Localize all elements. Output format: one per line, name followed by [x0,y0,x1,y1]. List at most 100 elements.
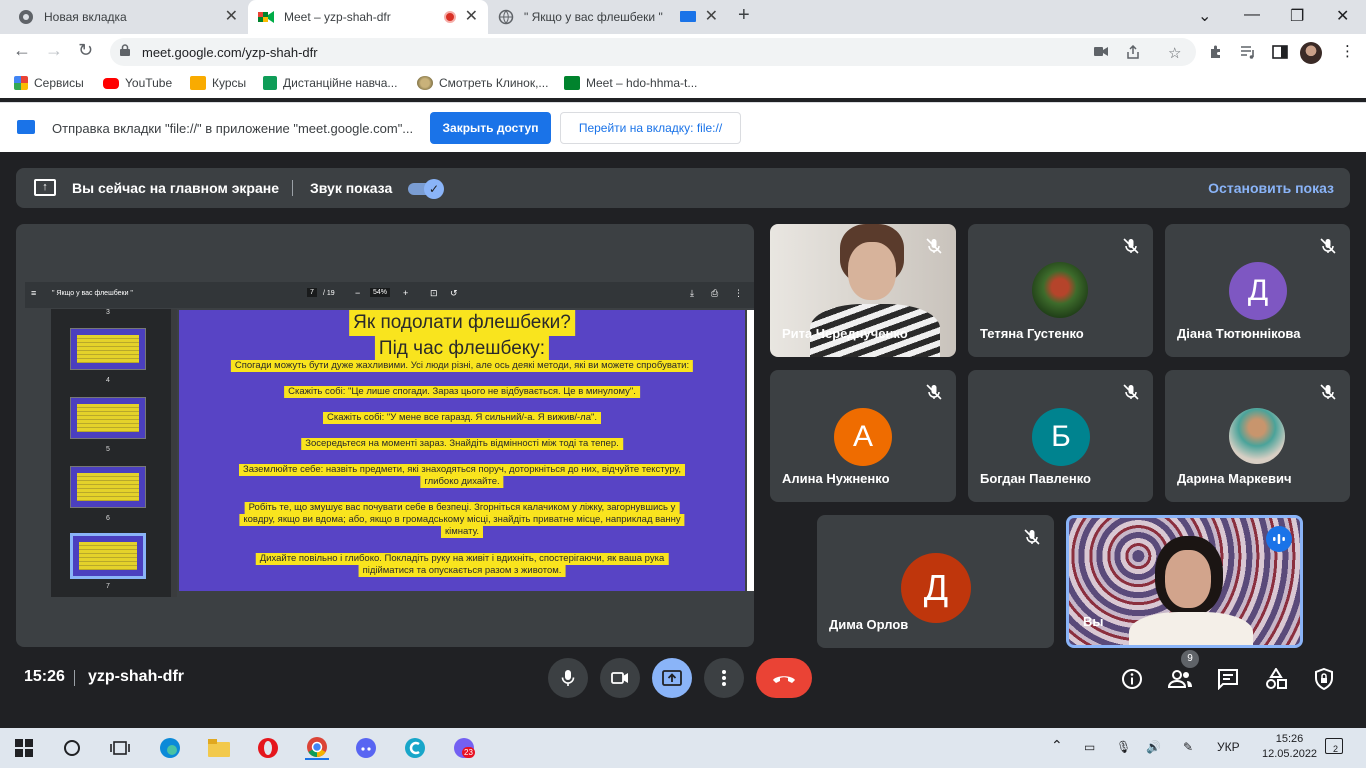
pdf-zoom-input[interactable]: 54% [370,288,391,297]
tab-new-tab[interactable]: Новая вкладка ✕ [8,0,248,34]
leave-call-button[interactable] [756,658,812,698]
present-now-button[interactable] [652,658,692,698]
page-thumbnail[interactable] [70,397,146,439]
microphone-button[interactable] [548,658,588,698]
zoom-out-icon[interactable]: − [355,288,360,298]
search-circle-icon[interactable] [60,736,84,760]
menu-dots-icon[interactable]: ⋮ [1340,42,1355,60]
new-tab-plus-icon[interactable]: + [738,4,750,27]
forward-arrow-icon[interactable]: → [45,40,63,61]
address-bar[interactable]: meet.google.com/yzp-shah-dfr ☆ [110,38,1196,66]
opera-icon[interactable] [256,736,280,760]
restore-icon[interactable]: ❐ [1290,6,1304,26]
camera-blocked-icon[interactable] [1094,46,1108,57]
task-view-icon[interactable] [108,736,132,760]
participant-tile[interactable]: Рита Череднyченко [770,224,956,357]
discord-icon[interactable] [354,736,378,760]
zoom-in-icon[interactable]: + [403,288,408,298]
present-screen-icon [662,670,682,686]
browser-toolbar: ← → ↻ meet.google.com/yzp-shah-dfr ☆ ⋮ [0,34,1366,70]
participant-tile[interactable]: Б Богдан Павленко [968,370,1153,502]
bookmark-youtube[interactable]: YouTube [103,76,172,90]
download-icon[interactable]: ⤓ [690,288,694,299]
pen-icon[interactable]: ✎ [1183,740,1193,754]
tab-search-chevron-icon[interactable]: ⌄ [1198,6,1211,26]
tray-chevron-up-icon[interactable]: ⌃ [1051,737,1063,754]
thumb-number: 5 [106,446,110,453]
slide-line: підійматися та опускається разом з живот… [358,565,566,577]
go-to-tab-button[interactable]: Перейти на вкладку: file:// [560,112,741,144]
pdf-menu-icon[interactable]: ≡ [31,288,36,298]
thumbnail-scrollbar[interactable] [171,309,177,597]
bookmark-distance-learning[interactable]: Дистанційне навча... [263,76,397,90]
url-text: meet.google.com/yzp-shah-dfr [142,45,318,60]
sheets-icon [263,76,277,90]
edge-icon[interactable] [158,736,182,760]
thumb-number: 3 [106,309,110,316]
tab-meet[interactable]: Meet – yzp-shah-dfr ✕ [248,0,488,34]
close-tab-icon[interactable]: ✕ [225,9,238,25]
file-explorer-icon[interactable] [207,736,231,760]
share-icon[interactable] [1126,45,1140,59]
close-access-button[interactable]: Закрыть доступ [430,112,551,144]
input-language[interactable]: УКР [1217,740,1240,754]
reload-icon[interactable]: ↻ [78,40,93,61]
camera-button[interactable] [600,658,640,698]
windows-start-icon[interactable] [12,736,36,760]
participant-tile[interactable]: А Алина Нужненко [770,370,956,502]
bookmark-star-icon[interactable]: ☆ [1168,44,1181,62]
activities-button[interactable] [1263,666,1289,692]
share-sound-toggle[interactable]: ✓ [408,179,446,199]
fit-page-icon[interactable]: ⊡ [430,288,438,299]
pdf-title: " Якщо у вас флешбеки " [52,290,133,297]
print-icon[interactable]: ⎙ [711,288,718,299]
back-arrow-icon[interactable]: ← [13,40,31,61]
meeting-clock: 15:26 [24,668,65,685]
side-panel-icon[interactable] [1272,44,1288,60]
notifications-icon[interactable]: 2 [1325,738,1343,754]
chrome-taskbar-icon[interactable] [305,736,329,760]
battery-icon[interactable]: ▭ [1084,740,1095,754]
media-queue-icon[interactable] [1240,44,1256,60]
close-tab-icon[interactable]: ✕ [465,9,478,25]
participant-tile[interactable]: Д Дима Орлов [817,515,1054,648]
self-video-tile[interactable]: Вы [1066,515,1303,648]
bookmark-watch[interactable]: Смотреть Клинок,... [417,76,548,90]
chat-button[interactable] [1215,666,1241,692]
bookmark-meet[interactable]: Meet – hdo-hhma-t... [564,76,697,90]
viber-icon[interactable]: 23 [452,736,476,760]
bookmark-services[interactable]: Сервисы [14,76,84,90]
microphone-tray-icon[interactable]: 🎙 [1116,740,1131,754]
meeting-details-button[interactable] [1119,666,1145,692]
slide-line: кімнату. [440,526,484,538]
window-close-icon[interactable]: ✕ [1336,6,1349,26]
page-thumbnail[interactable] [70,466,146,508]
pdf-more-icon[interactable]: ⋮ [734,288,743,299]
browser-tab-strip: Новая вкладка ✕ Meet – yzp-shah-dfr ✕ " … [0,0,1366,34]
extensions-puzzle-icon[interactable] [1208,44,1224,60]
tab-pdf[interactable]: " Якщо у вас флешбеки " ✕ [488,0,728,34]
host-controls-button[interactable] [1311,666,1337,692]
slide-line: Спогади можуть бути дуже жахливими. Усі … [230,360,694,372]
sharing-infobar: Отправка вкладки "file://" в приложение … [0,102,1366,152]
close-tab-icon[interactable]: ✕ [705,9,718,25]
people-icon [1167,670,1192,688]
profile-avatar[interactable] [1300,42,1322,64]
minimize-icon[interactable]: — [1244,6,1260,24]
participant-tile[interactable]: Тетяна Густенко [968,224,1153,357]
page-thumbnail-selected[interactable] [70,533,146,579]
pdf-page-input[interactable]: 7 [307,288,317,297]
volume-icon[interactable]: 🔊 [1146,740,1161,754]
participants-button[interactable] [1167,666,1193,692]
bookmark-courses[interactable]: Курсы [190,76,246,90]
page-thumbnail[interactable] [70,328,146,370]
rotate-icon[interactable]: ↺ [450,288,458,299]
more-options-button[interactable] [704,658,744,698]
browser-c-icon[interactable] [403,736,427,760]
slide-line: Робіть те, що змушує вас почувати себе в… [244,502,680,514]
system-clock[interactable]: 15:26 12.05.2022 [1262,732,1317,762]
stop-presenting-button[interactable]: Остановить показ [1208,180,1334,196]
participant-tile[interactable]: Д Діана Тютюннікова [1165,224,1350,357]
participant-tile[interactable]: Дарина Маркевич [1165,370,1350,502]
pdf-scrollbar[interactable] [747,310,754,591]
